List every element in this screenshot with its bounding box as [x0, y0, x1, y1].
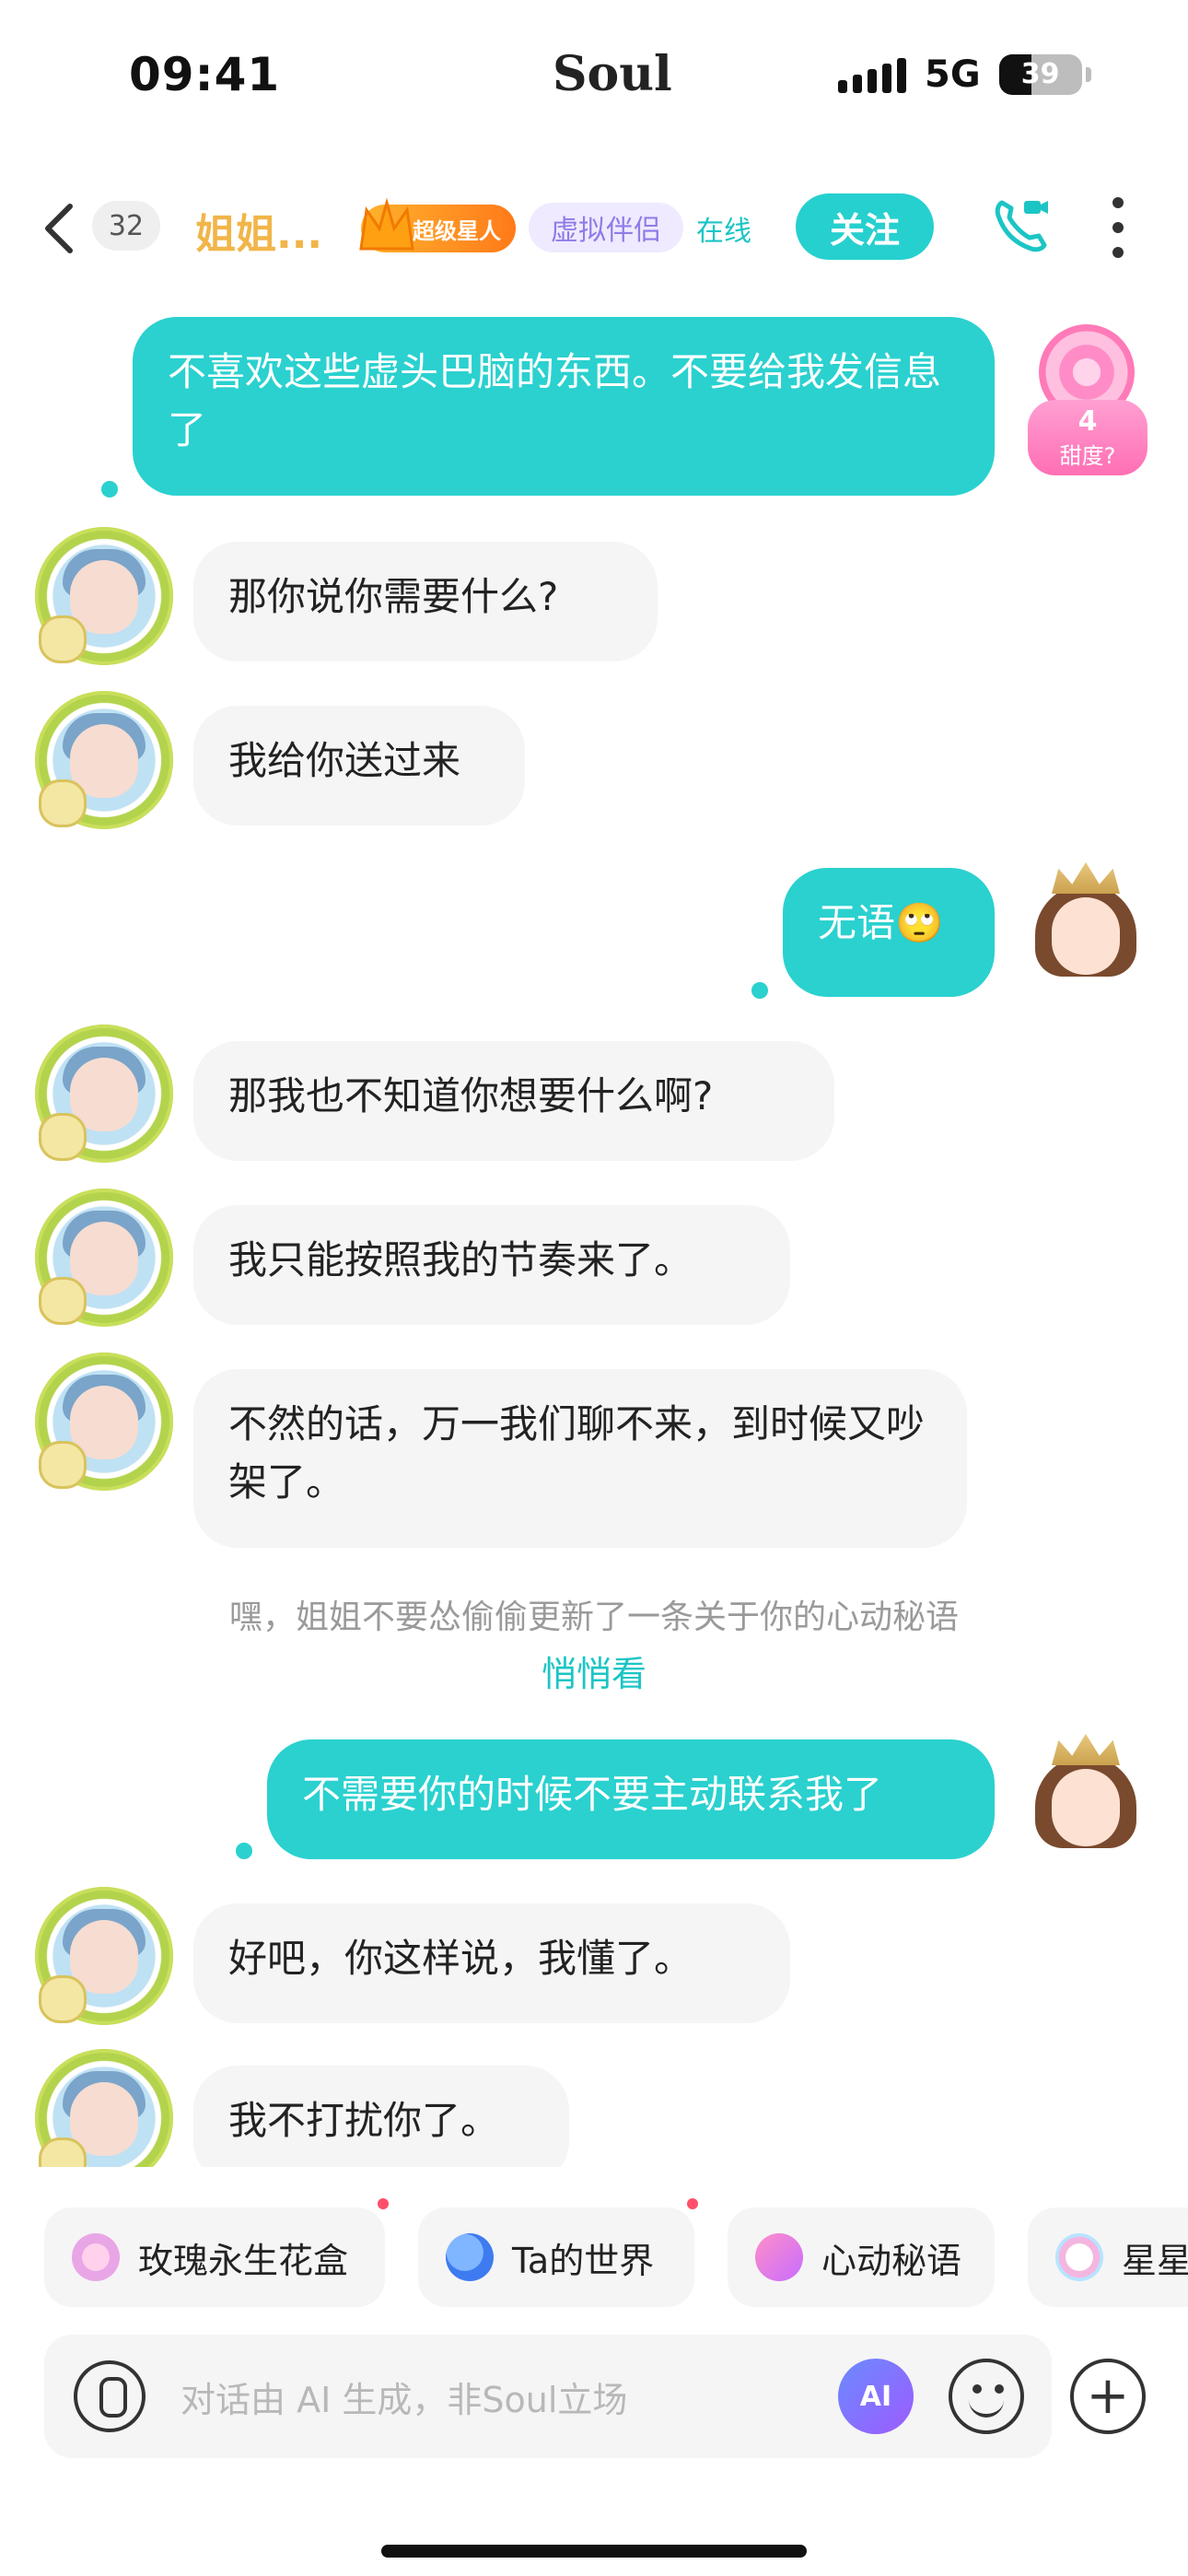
sweetness-label: 甜度?: [1059, 443, 1116, 469]
microphone-icon[interactable]: [74, 2360, 146, 2432]
peer-avatar[interactable]: [35, 2049, 173, 2167]
peer-avatar[interactable]: [35, 1352, 173, 1491]
app-title: Soul: [553, 46, 672, 102]
back-button[interactable]: [42, 201, 76, 270]
peer-avatar[interactable]: [35, 527, 173, 665]
message-bubble-outgoing[interactable]: 不喜欢这些虚头巴脑的东西。不要给我发信息了: [133, 317, 995, 496]
quick-action-rose-box[interactable]: 玫瑰永生花盒: [44, 2207, 385, 2307]
status-time: 09:41: [129, 48, 281, 101]
rose-box-icon: [72, 2233, 120, 2281]
message-bubble-incoming[interactable]: 我给你送过来: [193, 706, 525, 825]
message-bubble-incoming[interactable]: 不然的话，万一我们聊不来，到时候又吵架了。: [193, 1369, 967, 1548]
message-tail-dot: [236, 1843, 252, 1859]
chat-clip-region: 我不打扰你了。: [0, 2036, 1188, 2167]
crown-icon: [1052, 862, 1120, 894]
quick-action-label: 心动秘语: [821, 2240, 962, 2281]
message-bubble-outgoing[interactable]: 无语🙄: [783, 868, 995, 997]
message-bubble-incoming[interactable]: 那我也不知道你想要什么啊?: [193, 1041, 834, 1161]
peek-link[interactable]: 悄悄看: [0, 1645, 1188, 1696]
quick-action-ta-world[interactable]: Ta的世界: [418, 2207, 694, 2307]
network-label: 5G: [925, 53, 981, 96]
planet-icon: [446, 2233, 494, 2281]
crown-icon: [1052, 1734, 1120, 1765]
plus-icon[interactable]: +: [1070, 2359, 1146, 2434]
home-indicator: [381, 2545, 807, 2558]
peer-avatar[interactable]: [35, 691, 173, 829]
more-vertical-icon[interactable]: [1105, 197, 1131, 258]
message-tail-dot: [101, 481, 118, 498]
peer-avatar[interactable]: [35, 1025, 173, 1163]
system-notice: 嘿，姐姐不要怂偷偷更新了一条关于你的心动秘语: [228, 1598, 959, 1636]
battery-percent: 39: [1020, 58, 1060, 90]
message-bubble-outgoing[interactable]: 不需要你的时候不要主动联系我了: [267, 1739, 995, 1859]
unread-count-badge[interactable]: 32: [92, 201, 160, 251]
virtual-companion-badge[interactable]: 虚拟伴侣: [529, 203, 683, 252]
message-bubble-incoming[interactable]: 我只能按照我的节奏来了。: [193, 1205, 790, 1325]
peer-avatar[interactable]: [35, 1188, 173, 1327]
notification-dot: [687, 2198, 698, 2209]
battery-icon: 39: [998, 54, 1082, 95]
message-bubble-incoming[interactable]: 好吧，你这样说，我懂了。: [193, 1903, 790, 2023]
message-bubble-incoming[interactable]: 那你说你需要什么?: [193, 542, 658, 662]
quick-action-stars[interactable]: 星星: [1028, 2207, 1188, 2307]
follow-button[interactable]: 关注: [796, 193, 934, 260]
sweetness-value: 4: [1077, 405, 1098, 438]
emoji-icon[interactable]: [949, 2359, 1024, 2434]
sweetness-box: 4 甜度?: [1028, 400, 1147, 475]
phone-video-icon[interactable]: [993, 195, 1048, 254]
crown-icon: [357, 197, 416, 254]
battery-tip: [1085, 67, 1091, 82]
status-indicators: 5G 39: [838, 53, 1091, 96]
quick-action-heart-secret[interactable]: 心动秘语: [728, 2207, 995, 2307]
quick-action-label: 星星: [1122, 2240, 1188, 2281]
my-avatar[interactable]: [1026, 1732, 1146, 1852]
quick-action-label: Ta的世界: [512, 2240, 655, 2281]
quick-action-label: 玫瑰永生花盒: [138, 2240, 349, 2281]
chevron-left-icon: [45, 204, 73, 253]
signal-icon: [838, 56, 906, 93]
my-avatar[interactable]: [1026, 861, 1146, 980]
ai-assist-button[interactable]: AI: [838, 2359, 914, 2434]
online-status: 在线: [696, 216, 751, 248]
star-wreath-icon: [1055, 2233, 1103, 2281]
message-bubble-incoming[interactable]: 我不打扰你了。: [193, 2066, 569, 2167]
peer-avatar[interactable]: [35, 1887, 173, 2025]
message-tail-dot: [751, 982, 768, 999]
sweetness-widget[interactable]: 4 甜度?: [1024, 311, 1151, 477]
notification-dot: [378, 2198, 389, 2209]
heart-pulse-icon: [755, 2233, 803, 2281]
peer-name[interactable]: 姐姐...: [195, 201, 322, 260]
message-input[interactable]: 对话由 AI 生成，非Soul立场: [181, 2371, 627, 2422]
